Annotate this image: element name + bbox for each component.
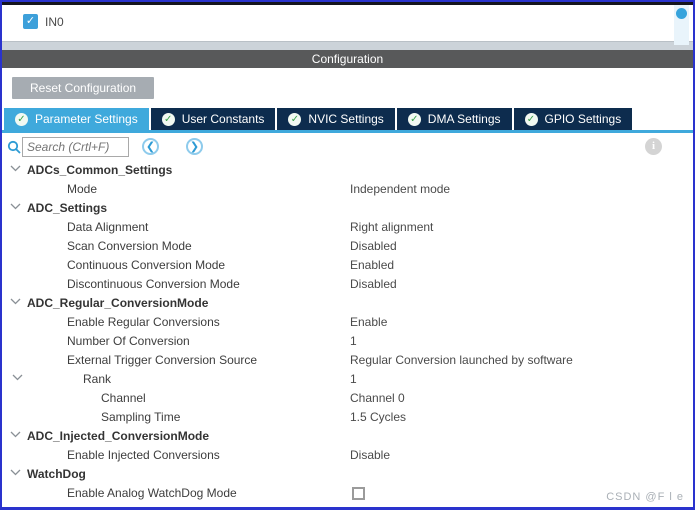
in0-checkbox-label: IN0 xyxy=(45,14,64,29)
tab-parameter-settings[interactable]: ✓ Parameter Settings xyxy=(4,108,149,130)
tab-check-icon: ✓ xyxy=(407,112,421,126)
toolbar: Reset Configuration xyxy=(2,68,693,108)
tree-row-label: Sampling Time xyxy=(101,410,181,424)
tree-row-label: Channel xyxy=(101,391,146,405)
checked-checkbox-icon[interactable]: ✓ xyxy=(23,14,38,29)
tree-row-discontinuous-conversion-mode[interactable]: Discontinuous Conversion Mode Disabled xyxy=(2,275,693,294)
info-icon[interactable]: i xyxy=(645,138,662,155)
tree-row-label: Discontinuous Conversion Mode xyxy=(67,277,240,291)
parameter-tree: ADCs_Common_Settings Mode Independent mode… xyxy=(2,161,693,503)
tree-row-external-trigger-conversion-source[interactable]: External Trigger Conversion Source Regula… xyxy=(2,351,693,370)
tree-row-label: ADC_Injected_ConversionMode xyxy=(27,429,210,443)
configuration-title: Configuration xyxy=(311,52,384,66)
tree-row-rank[interactable]: Rank 1 xyxy=(2,370,693,389)
settings-tabs: ✓ Parameter Settings ✓ User Constants ✓ NVIC … xyxy=(2,108,693,130)
tab-label: GPIO Settings xyxy=(544,112,622,126)
tree-row-value[interactable]: Disable xyxy=(350,446,390,465)
tab-label: NVIC Settings xyxy=(308,112,384,126)
tree-group-adc-regular-conversionmode[interactable]: ADC_Regular_ConversionMode xyxy=(2,294,693,313)
search-icon xyxy=(7,140,21,159)
tree-group-adc-settings[interactable]: ADC_Settings xyxy=(2,199,693,218)
tree-row-label: Rank xyxy=(83,372,112,386)
unchecked-checkbox-icon[interactable] xyxy=(352,487,365,500)
tree-row-label: Number Of Conversion xyxy=(67,334,190,348)
chevron-down-icon[interactable] xyxy=(10,298,21,305)
tree-row-label: Mode xyxy=(67,182,98,196)
tab-check-icon: ✓ xyxy=(15,112,28,126)
watermark-text: CSDN @F l e xyxy=(606,491,684,503)
tab-label: DMA Settings xyxy=(427,112,501,126)
panel-divider xyxy=(2,41,693,50)
tree-row-value[interactable]: 1 xyxy=(350,370,357,389)
tree-row-scan-conversion-mode[interactable]: Scan Conversion Mode Disabled xyxy=(2,237,693,256)
tree-row-value[interactable]: Independent mode xyxy=(350,180,450,199)
tree-row-value[interactable]: Right alignment xyxy=(350,218,433,237)
tree-row-mode[interactable]: Mode Independent mode xyxy=(2,180,693,199)
tree-row-label: External Trigger Conversion Source xyxy=(67,353,258,367)
reset-configuration-button[interactable]: Reset Configuration xyxy=(12,77,155,99)
chevron-down-icon[interactable] xyxy=(10,203,21,210)
chevron-down-icon[interactable] xyxy=(12,374,23,381)
chevron-down-icon[interactable] xyxy=(10,431,21,438)
search-row: ❮ ❯ i xyxy=(2,133,693,161)
tree-row-channel[interactable]: Channel Channel 0 xyxy=(2,389,693,408)
tree-row-value[interactable]: Enabled xyxy=(350,256,394,275)
tree-row-enable-injected-conversions[interactable]: Enable Injected Conversions Disable xyxy=(2,446,693,465)
tree-group-watchdog[interactable]: WatchDog xyxy=(2,465,693,484)
tree-row-value[interactable]: 1.5 Cycles xyxy=(350,408,406,427)
configuration-header: Configuration xyxy=(2,50,693,68)
tab-check-icon: ✓ xyxy=(161,112,175,126)
tree-group-adcs-common-settings[interactable]: ADCs_Common_Settings xyxy=(2,161,693,180)
tree-group-adc-injected-conversionmode[interactable]: ADC_Injected_ConversionMode xyxy=(2,427,693,446)
tree-row-label: Enable Regular Conversions xyxy=(67,315,220,329)
in0-checkbox-row[interactable]: ✓ IN0 xyxy=(23,14,64,29)
tree-row-label: ADCs_Common_Settings xyxy=(27,163,173,177)
tree-row-value[interactable]: Regular Conversion launched by software xyxy=(350,351,573,370)
tree-row-value[interactable]: Disabled xyxy=(350,275,397,294)
tree-row-label: Continuous Conversion Mode xyxy=(67,258,226,272)
tab-nvic-settings[interactable]: ✓ NVIC Settings xyxy=(277,108,395,130)
tab-check-icon: ✓ xyxy=(524,112,538,126)
tree-row-label: Scan Conversion Mode xyxy=(67,239,192,253)
tree-row-continuous-conversion-mode[interactable]: Continuous Conversion Mode Enabled xyxy=(2,256,693,275)
search-input[interactable] xyxy=(22,137,129,157)
tree-row-enable-regular-conversions[interactable]: Enable Regular Conversions Enable xyxy=(2,313,693,332)
tree-row-enable-analog-watchdog-mode[interactable]: Enable Analog WatchDog Mode xyxy=(2,484,693,503)
tree-row-value[interactable]: Disabled xyxy=(350,237,397,256)
tab-dma-settings[interactable]: ✓ DMA Settings xyxy=(396,108,512,130)
search-prev-button[interactable]: ❮ xyxy=(142,138,159,155)
tab-label: User Constants xyxy=(181,112,265,126)
tree-row-label: Enable Analog WatchDog Mode xyxy=(67,486,237,500)
tree-row-label: ADC_Regular_ConversionMode xyxy=(27,296,209,310)
tab-check-icon: ✓ xyxy=(288,112,302,126)
tree-row-number-of-conversion[interactable]: Number Of Conversion 1 xyxy=(2,332,693,351)
tab-user-constants[interactable]: ✓ User Constants xyxy=(150,108,276,130)
tree-row-label: WatchDog xyxy=(27,467,86,481)
search-next-button[interactable]: ❯ xyxy=(186,138,203,155)
scrollbar-thumb[interactable] xyxy=(676,8,687,19)
tree-row-label: Data Alignment xyxy=(67,220,149,234)
tab-label: Parameter Settings xyxy=(35,112,138,126)
tree-row-label: Enable Injected Conversions xyxy=(67,448,220,462)
chevron-down-icon[interactable] xyxy=(10,469,21,476)
tree-row-value[interactable]: Channel 0 xyxy=(350,389,405,408)
tree-row-value[interactable]: Enable xyxy=(350,313,387,332)
tree-row-sampling-time[interactable]: Sampling Time 1.5 Cycles xyxy=(2,408,693,427)
adc-configuration-window: ✓ IN0 Configuration Reset Configuration … xyxy=(0,0,695,510)
mode-panel-scrollbar[interactable] xyxy=(674,5,689,45)
tab-gpio-settings[interactable]: ✓ GPIO Settings xyxy=(513,108,633,130)
tree-row-data-alignment[interactable]: Data Alignment Right alignment xyxy=(2,218,693,237)
tree-row-value[interactable]: 1 xyxy=(350,332,357,351)
mode-panel: ✓ IN0 xyxy=(2,5,693,45)
chevron-down-icon[interactable] xyxy=(10,165,21,172)
tree-row-label: ADC_Settings xyxy=(27,201,108,215)
